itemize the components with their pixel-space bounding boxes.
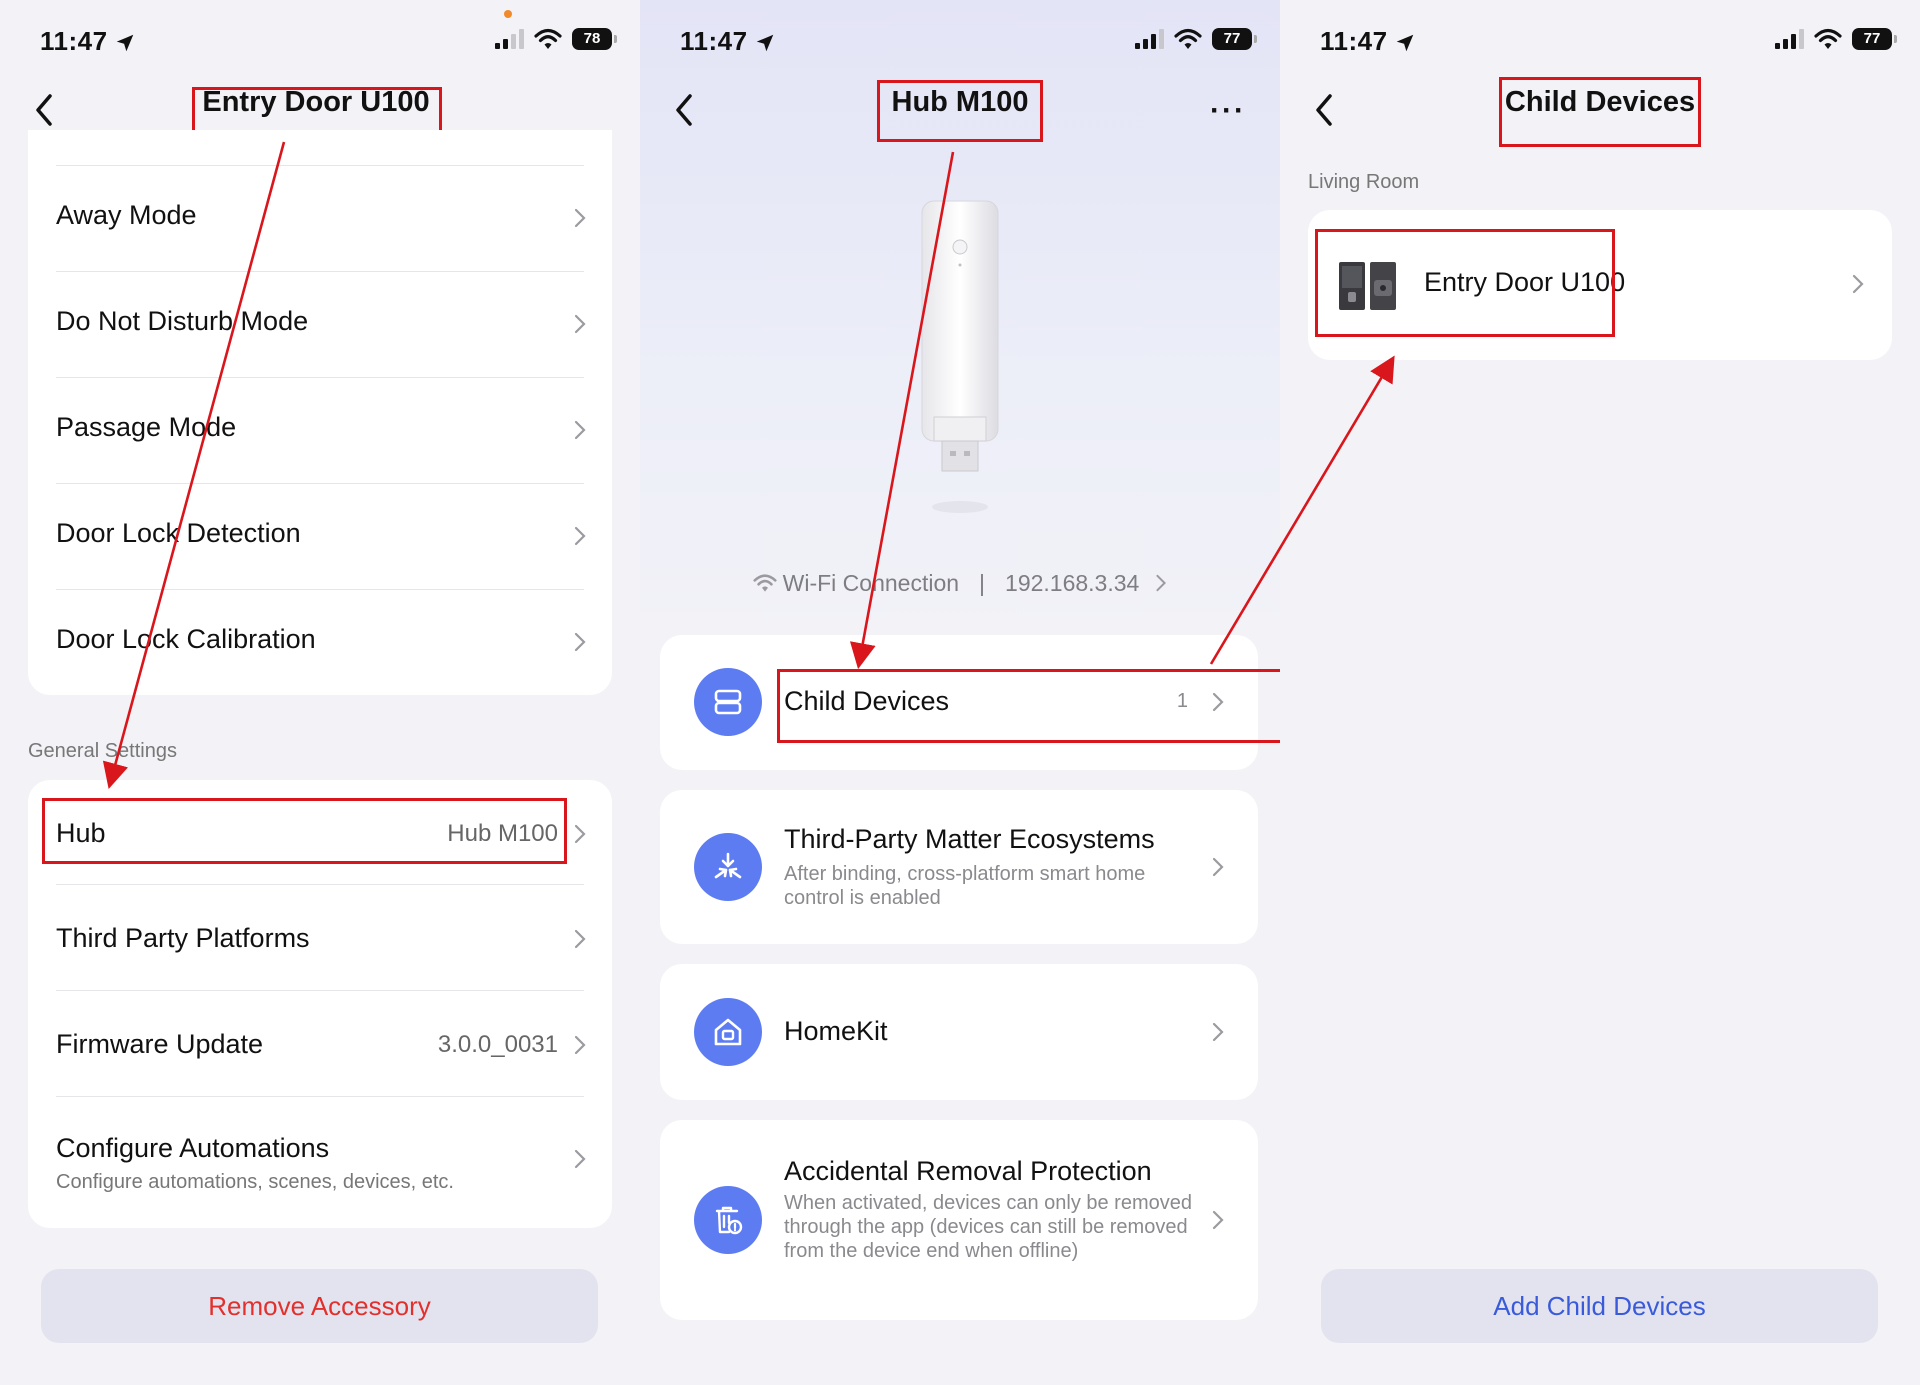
row-third-party-platforms[interactable]: Third Party Platforms [28, 885, 612, 990]
add-child-devices-button[interactable]: Add Child Devices [1321, 1269, 1878, 1343]
row-value: Hub M100 [447, 820, 558, 847]
removal-protection-icon [694, 1186, 762, 1254]
page-title: Entry Door U100 [202, 86, 430, 118]
chevron-right-icon [574, 314, 586, 334]
row-label: Configure Automations [56, 1133, 330, 1163]
cellular-signal-icon [495, 29, 524, 49]
screen-child-devices: 11:47 77 Child Devices Living Room Entry… [1280, 0, 1920, 1385]
row-label: Passage Mode [56, 412, 237, 442]
chevron-right-icon [1212, 857, 1224, 877]
nav-bar: Hub M100 ··· [640, 78, 1280, 142]
section-label-general-settings: General Settings [28, 740, 177, 762]
screen-hub: 11:47 77 Hub M100 ··· Wi-Fi Connection | 1… [640, 0, 1280, 1385]
separator: | [979, 570, 986, 596]
remove-accessory-button[interactable]: Remove Accessory [41, 1269, 598, 1343]
wifi-icon [753, 574, 777, 592]
row-do-not-disturb[interactable]: Do Not Disturb Mode [28, 272, 612, 377]
hub-device-image [921, 200, 999, 513]
status-bar: 11:47 77 [680, 22, 1257, 62]
cellular-signal-icon [1775, 29, 1804, 49]
item-subtitle: When activated, devices can only be remo… [784, 1192, 1192, 1262]
row-configure-automations[interactable]: Configure Automations Configure automati… [28, 1097, 612, 1227]
row-label: Hub [56, 818, 106, 848]
item-subtitle: After binding, cross-platform smart home… [784, 863, 1146, 909]
row-label: Do Not Disturb Mode [56, 306, 309, 336]
lock-settings-card: Away Mode Do Not Disturb Mode Passage Mo… [28, 130, 612, 695]
general-settings-card: Hub Hub M100 Third Party Platforms Firmw… [28, 780, 612, 1228]
item-title: Third-Party Matter Ecosystems [784, 824, 1155, 854]
wifi-connection-label: Wi-Fi Connection [782, 570, 960, 596]
chevron-right-icon [1212, 692, 1224, 712]
wifi-connection-row[interactable]: Wi-Fi Connection | 192.168.3.34 [640, 570, 1280, 597]
status-time: 11:47 [680, 26, 776, 57]
nav-bar: Child Devices [1280, 78, 1920, 142]
chevron-right-icon [574, 1035, 586, 1055]
row-label: Firmware Update [56, 1029, 264, 1059]
row-label: Third Party Platforms [56, 923, 310, 953]
chevron-right-icon [574, 929, 586, 949]
wifi-icon [1174, 28, 1202, 49]
location-arrow-icon [756, 34, 773, 52]
chevron-right-icon [1156, 574, 1167, 592]
chevron-right-icon [1212, 1022, 1224, 1042]
section-label-living-room: Living Room [1308, 171, 1420, 193]
battery-icon: 77 [1212, 28, 1257, 50]
child-count: 1 [1176, 690, 1188, 712]
device-name: Entry Door U100 [1424, 267, 1626, 297]
chevron-right-icon [574, 824, 586, 844]
removal-protection-item[interactable]: Accidental Removal Protection When activ… [660, 1120, 1258, 1320]
chevron-right-icon [574, 526, 586, 546]
row-hub[interactable]: Hub Hub M100 [28, 780, 612, 884]
chevron-right-icon [1852, 274, 1864, 294]
row-passage-mode[interactable]: Passage Mode [28, 378, 612, 483]
row-label: Door Lock Calibration [56, 624, 316, 654]
more-options-icon[interactable]: ··· [1210, 94, 1246, 128]
page-title: Child Devices [1504, 86, 1696, 118]
status-bar: 11:47 78 [40, 10, 617, 62]
battery-icon: 78 [572, 28, 617, 50]
row-door-lock-calibration[interactable]: Door Lock Calibration [28, 590, 612, 695]
page-title: Hub M100 [891, 86, 1029, 118]
wifi-icon [534, 28, 562, 49]
row-label: Away Mode [56, 200, 197, 230]
wifi-icon [1814, 28, 1842, 49]
chevron-right-icon [574, 1149, 586, 1169]
row-away-mode[interactable]: Away Mode [28, 166, 612, 271]
chevron-right-icon [574, 420, 586, 440]
homekit-item[interactable]: HomeKit [660, 964, 1258, 1100]
row-value: 3.0.0_0031 [437, 1031, 558, 1058]
item-title: Accidental Removal Protection [784, 1156, 1152, 1186]
location-arrow-icon [116, 34, 133, 52]
device-list-icon [694, 668, 762, 736]
matter-icon [694, 833, 762, 901]
child-device-entry-door[interactable]: Entry Door U100 [1308, 210, 1892, 360]
homekit-house-icon [694, 998, 762, 1066]
item-title: Child Devices [784, 686, 950, 716]
cellular-signal-icon [1135, 29, 1164, 49]
row-door-lock-detection[interactable]: Door Lock Detection [28, 484, 612, 589]
status-bar: 11:47 77 [1320, 22, 1897, 62]
battery-icon: 77 [1852, 28, 1897, 50]
row-firmware-update[interactable]: Firmware Update 3.0.0_0031 [28, 991, 612, 1096]
location-arrow-icon [1396, 34, 1413, 52]
chevron-right-icon [574, 632, 586, 652]
back-chevron-icon[interactable] [670, 92, 700, 128]
back-chevron-icon[interactable] [30, 92, 60, 128]
row-label: Door Lock Detection [56, 518, 301, 548]
privacy-indicator-dot [504, 10, 512, 18]
door-lock-thumbnail [1339, 262, 1396, 310]
matter-ecosystems-item[interactable]: Third-Party Matter Ecosystems After bind… [660, 790, 1258, 944]
child-devices-item[interactable]: Child Devices 1 [660, 635, 1258, 770]
chevron-right-icon [574, 208, 586, 228]
ip-address: 192.168.3.34 [1005, 570, 1140, 596]
status-time: 11:47 [40, 26, 136, 57]
screen-entry-door: 11:47 78 Entry Door U100 Away Mode Do No… [0, 0, 640, 1385]
row-subtitle: Configure automations, scenes, devices, … [56, 1171, 454, 1193]
item-title: HomeKit [784, 1016, 888, 1046]
status-time: 11:47 [1320, 26, 1416, 57]
chevron-right-icon [1212, 1210, 1224, 1230]
back-chevron-icon[interactable] [1310, 92, 1340, 128]
